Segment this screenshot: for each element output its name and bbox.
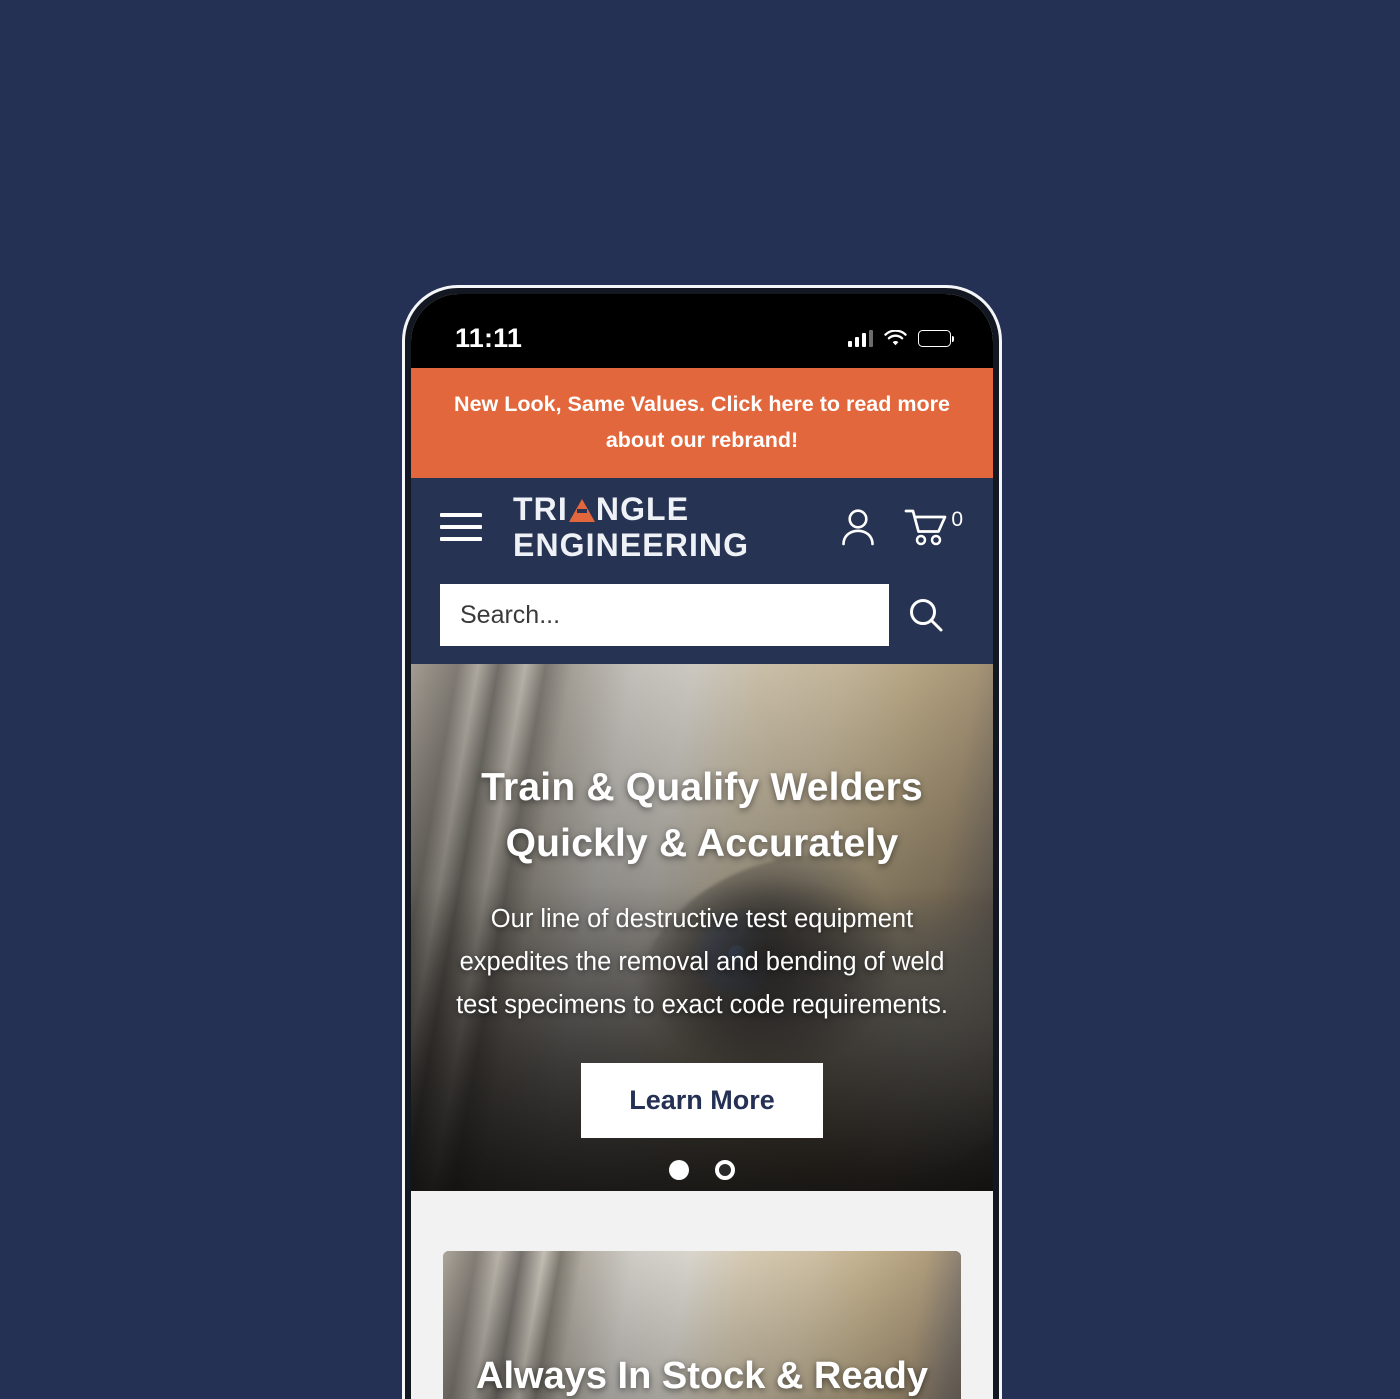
- logo-text-after-accent: NGLE: [595, 491, 690, 527]
- cart-item-count: 0: [951, 508, 963, 531]
- hamburger-menu-icon[interactable]: [440, 513, 482, 541]
- search-bar: [411, 576, 993, 664]
- orange-triangle-icon: [568, 498, 595, 522]
- status-bar: 11:11: [411, 294, 993, 368]
- status-bar-time: 11:11: [455, 322, 523, 353]
- stock-card-title: Always In Stock & Ready to Ship Directly…: [476, 1355, 928, 1397]
- status-bar-icons: [847, 329, 955, 347]
- battery-icon: [918, 329, 955, 347]
- carousel-dot-1[interactable]: [669, 1160, 689, 1180]
- hero-carousel: Train & Qualify Welders Quickly & Accura…: [411, 664, 993, 1191]
- announcement-banner[interactable]: New Look, Same Values. Click here to rea…: [411, 368, 993, 478]
- search-submit-button[interactable]: [889, 584, 963, 646]
- logo-line-two: ENGINEERING: [513, 527, 750, 563]
- phone-screen: 11:11 New Look, Same Values. Click here …: [411, 294, 993, 1399]
- hero-subtitle: Our line of destructive test equipment e…: [456, 905, 948, 1019]
- logo-text-before-accent: TRI: [513, 491, 568, 527]
- lower-section: Always In Stock & Ready to Ship Directly…: [411, 1191, 993, 1399]
- hero-content: Train & Qualify Welders Quickly & Accura…: [411, 664, 993, 1191]
- carousel-dots: [669, 1160, 735, 1180]
- carousel-dot-2[interactable]: [715, 1160, 735, 1180]
- site-logo[interactable]: TRI NGLE ENGINEERING: [513, 491, 749, 563]
- user-account-icon[interactable]: [839, 507, 877, 547]
- cellular-signal-icon: [847, 329, 873, 347]
- wifi-icon: [884, 329, 907, 345]
- stock-promo-card[interactable]: Always In Stock & Ready to Ship Directly…: [443, 1251, 961, 1399]
- search-input[interactable]: [440, 584, 889, 646]
- shopping-cart-icon: [904, 509, 947, 546]
- shopping-cart-button[interactable]: 0: [904, 507, 963, 547]
- hero-title: Train & Qualify Welders Quickly & Accura…: [481, 766, 923, 865]
- search-icon: [910, 599, 943, 632]
- logo-line-one: TRI NGLE: [513, 491, 749, 527]
- learn-more-button[interactable]: Learn More: [581, 1063, 823, 1138]
- site-header: TRI NGLE ENGINEERING 0: [411, 478, 993, 576]
- header-actions: 0: [839, 507, 963, 547]
- phone-frame: 11:11 New Look, Same Values. Click here …: [402, 285, 1002, 1399]
